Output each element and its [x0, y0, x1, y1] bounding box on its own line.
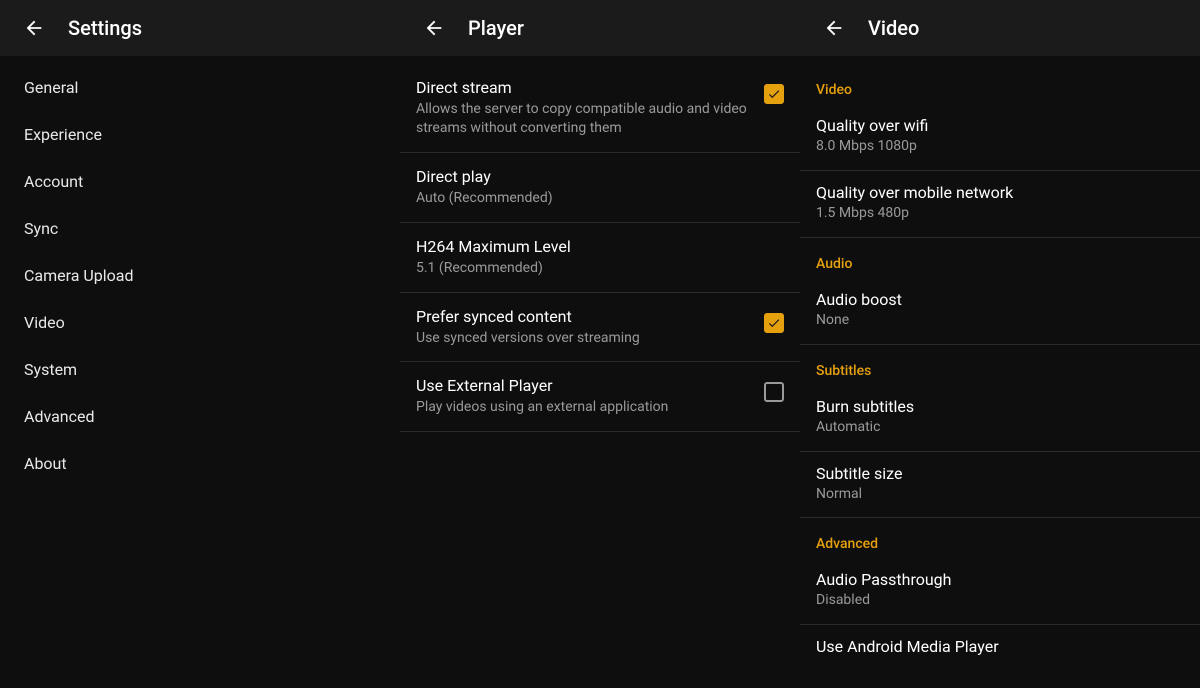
player-panel: Player Direct stream Allows the server t…	[400, 0, 800, 688]
setting-title: Direct stream	[416, 78, 756, 97]
settings-header: Settings	[0, 0, 400, 56]
check-icon	[767, 316, 781, 330]
setting-title: Burn subtitles	[816, 397, 1184, 416]
player-row-h264-max[interactable]: H264 Maximum Level 5.1 (Recommended)	[400, 223, 800, 293]
player-header: Player	[400, 0, 800, 56]
video-panel: Video Video Quality over wifi 8.0 Mbps 1…	[800, 0, 1200, 688]
setting-title: Use External Player	[416, 376, 756, 395]
video-row-burn-subtitles[interactable]: Burn subtitles Automatic	[800, 385, 1200, 452]
video-row-android-media-player[interactable]: Use Android Media Player	[800, 625, 1200, 672]
settings-item-advanced[interactable]: Advanced	[0, 393, 400, 440]
video-list: Video Quality over wifi 8.0 Mbps 1080p Q…	[800, 56, 1200, 688]
checkbox-direct-stream[interactable]	[764, 84, 784, 104]
setting-title: Subtitle size	[816, 464, 1184, 483]
setting-title: H264 Maximum Level	[416, 237, 776, 256]
checkbox-external-player[interactable]	[764, 382, 784, 402]
player-title: Player	[468, 16, 524, 40]
setting-sub: Use synced versions over streaming	[416, 329, 756, 348]
back-button-video[interactable]	[814, 8, 854, 48]
setting-sub: Auto (Recommended)	[416, 189, 776, 208]
section-audio: Audio	[800, 238, 1200, 278]
arrow-left-icon	[423, 17, 445, 39]
setting-sub: Play videos using an external applicatio…	[416, 398, 756, 417]
setting-title: Prefer synced content	[416, 307, 756, 326]
settings-item-sync[interactable]: Sync	[0, 205, 400, 252]
player-row-prefer-synced[interactable]: Prefer synced content Use synced version…	[400, 293, 800, 363]
section-video: Video	[800, 64, 1200, 104]
section-advanced: Advanced	[800, 518, 1200, 558]
setting-sub: Normal	[816, 485, 1184, 504]
video-row-subtitle-size[interactable]: Subtitle size Normal	[800, 452, 1200, 519]
video-header: Video	[800, 0, 1200, 56]
video-row-quality-mobile[interactable]: Quality over mobile network 1.5 Mbps 480…	[800, 171, 1200, 238]
setting-title: Quality over wifi	[816, 116, 1184, 135]
setting-title: Quality over mobile network	[816, 183, 1184, 202]
setting-sub: Disabled	[816, 591, 1184, 610]
player-list: Direct stream Allows the server to copy …	[400, 56, 800, 688]
setting-sub: 5.1 (Recommended)	[416, 259, 776, 278]
arrow-left-icon	[823, 17, 845, 39]
settings-list: General Experience Account Sync Camera U…	[0, 56, 400, 688]
setting-sub: 8.0 Mbps 1080p	[816, 137, 1184, 156]
setting-sub: Allows the server to copy compatible aud…	[416, 100, 756, 138]
settings-item-general[interactable]: General	[0, 64, 400, 111]
section-subtitles: Subtitles	[800, 345, 1200, 385]
settings-item-about[interactable]: About	[0, 440, 400, 487]
settings-title: Settings	[68, 16, 142, 40]
settings-panel: Settings General Experience Account Sync…	[0, 0, 400, 688]
setting-title: Use Android Media Player	[816, 637, 1184, 656]
video-row-quality-wifi[interactable]: Quality over wifi 8.0 Mbps 1080p	[800, 104, 1200, 171]
setting-sub: Automatic	[816, 418, 1184, 437]
arrow-left-icon	[23, 17, 45, 39]
setting-sub: 1.5 Mbps 480p	[816, 204, 1184, 223]
checkbox-prefer-synced[interactable]	[764, 313, 784, 333]
setting-title: Direct play	[416, 167, 776, 186]
settings-item-system[interactable]: System	[0, 346, 400, 393]
settings-item-account[interactable]: Account	[0, 158, 400, 205]
video-row-audio-boost[interactable]: Audio boost None	[800, 278, 1200, 345]
settings-item-camera-upload[interactable]: Camera Upload	[0, 252, 400, 299]
back-button-settings[interactable]	[14, 8, 54, 48]
player-row-direct-stream[interactable]: Direct stream Allows the server to copy …	[400, 64, 800, 153]
video-title: Video	[868, 16, 919, 40]
settings-item-video[interactable]: Video	[0, 299, 400, 346]
check-icon	[767, 87, 781, 101]
setting-title: Audio boost	[816, 290, 1184, 309]
video-row-audio-passthrough[interactable]: Audio Passthrough Disabled	[800, 558, 1200, 625]
player-row-direct-play[interactable]: Direct play Auto (Recommended)	[400, 153, 800, 223]
setting-sub: None	[816, 311, 1184, 330]
settings-item-experience[interactable]: Experience	[0, 111, 400, 158]
setting-title: Audio Passthrough	[816, 570, 1184, 589]
player-row-external-player[interactable]: Use External Player Play videos using an…	[400, 362, 800, 432]
back-button-player[interactable]	[414, 8, 454, 48]
